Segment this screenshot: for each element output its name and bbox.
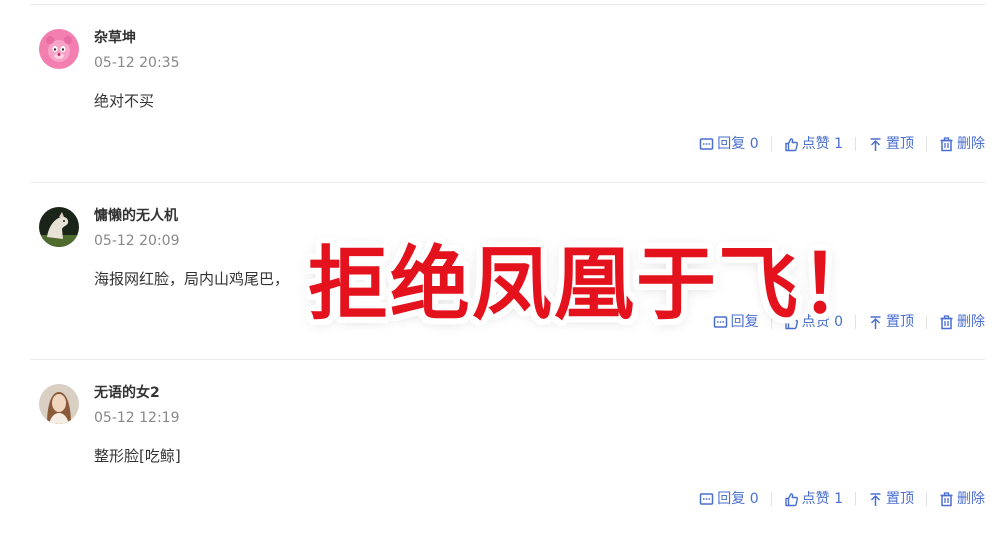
- action-separator: [770, 492, 772, 506]
- delete-button[interactable]: 删除: [939, 312, 985, 332]
- action-separator: [855, 315, 856, 329]
- delete-button[interactable]: 删除: [939, 489, 985, 509]
- comment-time: 05-12 12:19: [94, 410, 180, 426]
- reply-label: 回复 0: [717, 136, 759, 152]
- pin-label: 置顶: [886, 314, 914, 330]
- comment-item: 慵懒的无人机 05-12 20:09 海报网红脸，局内山鸡尾巴， 回复 点赞 0: [30, 207, 985, 377]
- comment-time: 05-12 20:35: [94, 55, 180, 71]
- action-separator: [926, 137, 927, 151]
- comment-item: 杂草坤 05-12 20:35 绝对不买 回复 0 点赞 1 置顶 删除: [30, 29, 985, 199]
- reply-button[interactable]: 回复 0: [699, 489, 759, 509]
- like-label: 点赞 1: [801, 136, 843, 152]
- like-button[interactable]: 点赞 1: [784, 134, 843, 154]
- pin-button[interactable]: 置顶: [868, 312, 914, 332]
- reply-icon: [700, 137, 714, 150]
- top-divider: [30, 4, 985, 5]
- comment-divider: [30, 359, 985, 360]
- delete-label: 删除: [957, 136, 985, 152]
- action-separator: [770, 315, 772, 329]
- reply-icon: [700, 492, 714, 505]
- reply-icon: [713, 315, 727, 328]
- comment-content: 整形脸[吃鲸]: [94, 447, 181, 465]
- trash-icon: [940, 314, 953, 329]
- comment-list-page: 杂草坤 05-12 20:35 绝对不买 回复 0 点赞 1 置顶 删除 慵懒的…: [0, 0, 1000, 535]
- reply-button[interactable]: 回复: [713, 312, 759, 332]
- action-separator: [926, 492, 927, 506]
- action-separator: [770, 137, 772, 151]
- comment-username[interactable]: 杂草坤: [94, 29, 136, 47]
- pin-top-icon: [870, 137, 881, 151]
- action-separator: [855, 492, 856, 506]
- trash-icon: [940, 136, 953, 151]
- portrait-avatar-icon: [39, 384, 79, 424]
- delete-label: 删除: [957, 314, 985, 330]
- delete-button[interactable]: 删除: [939, 134, 985, 154]
- thumbs-up-icon: [784, 137, 798, 151]
- like-button[interactable]: 点赞 0: [784, 312, 843, 332]
- horse-avatar-icon: [39, 207, 79, 247]
- comment-content: 绝对不买: [94, 92, 155, 110]
- action-separator: [855, 137, 856, 151]
- avatar[interactable]: [39, 384, 79, 424]
- reply-label: 回复: [730, 314, 759, 330]
- pin-button[interactable]: 置顶: [868, 134, 914, 154]
- thumbs-up-icon: [784, 492, 798, 506]
- thumbs-up-icon: [784, 315, 798, 329]
- action-separator: [926, 315, 927, 329]
- delete-label: 删除: [957, 491, 985, 507]
- comment-username[interactable]: 无语的女2: [94, 384, 160, 402]
- comment-actions: 回复 0 点赞 1 置顶 删除: [699, 489, 985, 509]
- trash-icon: [940, 491, 953, 506]
- pin-button[interactable]: 置顶: [868, 489, 914, 509]
- comment-time: 05-12 20:09: [94, 233, 180, 249]
- pin-label: 置顶: [886, 136, 914, 152]
- comment-username[interactable]: 慵懒的无人机: [94, 207, 178, 225]
- comment-content: 海报网红脸，局内山鸡尾巴，: [94, 270, 290, 288]
- comment-item: 无语的女2 05-12 12:19 整形脸[吃鲸] 回复 0 点赞 1 置顶 删…: [30, 384, 985, 535]
- pink-panther-avatar-icon: [39, 29, 79, 69]
- comment-divider: [30, 182, 985, 183]
- comment-actions: 回复 0 点赞 1 置顶 删除: [699, 134, 985, 154]
- like-button[interactable]: 点赞 1: [784, 489, 843, 509]
- reply-label: 回复 0: [717, 491, 759, 507]
- pin-label: 置顶: [886, 491, 914, 507]
- reply-button[interactable]: 回复 0: [699, 134, 759, 154]
- like-label: 点赞 0: [801, 314, 843, 330]
- pin-top-icon: [870, 315, 881, 329]
- like-label: 点赞 1: [801, 491, 843, 507]
- pin-top-icon: [870, 492, 881, 506]
- avatar[interactable]: [39, 207, 79, 247]
- comment-actions: 回复 点赞 0 置顶 删除: [713, 312, 985, 332]
- avatar[interactable]: [39, 29, 79, 69]
